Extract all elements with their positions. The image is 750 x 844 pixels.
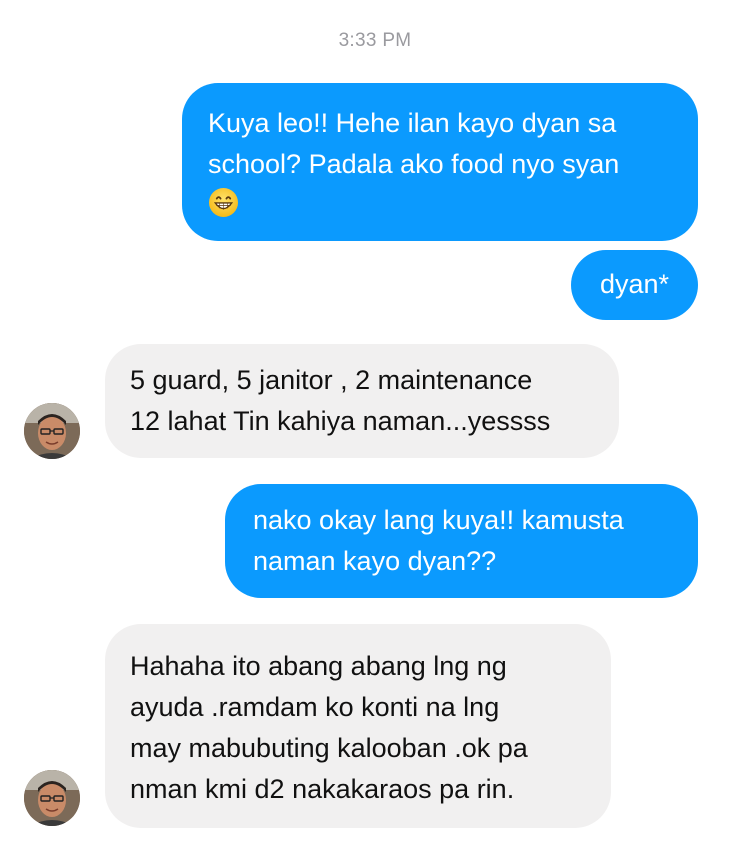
received-message-bubble[interactable]: Hahaha ito abang abang lng ng ayuda .ram… bbox=[105, 624, 611, 828]
sent-message-bubble[interactable]: dyan* bbox=[571, 250, 698, 320]
contact-avatar[interactable] bbox=[24, 770, 80, 826]
message-text-line: dyan* bbox=[599, 269, 670, 299]
sent-message-bubble[interactable]: nako okay lang kuya!! kamusta naman kayo… bbox=[225, 484, 698, 598]
chat-screen: 3:33 PM Kuya leo!! Hehe ilan kayo dyan s… bbox=[0, 0, 750, 844]
message-text-line: nman kmi d2 nakakaraos pa rin. bbox=[130, 774, 515, 804]
message-text-line: school? Padala ako food nyo syan bbox=[208, 149, 620, 179]
grinning-face-emoji-icon bbox=[208, 185, 672, 226]
message-text-line: ayuda .ramdam ko konti na lng bbox=[130, 692, 500, 722]
message-text-line: Kuya leo!! Hehe ilan kayo dyan sa bbox=[208, 108, 617, 138]
message-text-line: nako okay lang kuya!! kamusta bbox=[253, 505, 624, 535]
sent-message-bubble[interactable]: Kuya leo!! Hehe ilan kayo dyan sa school… bbox=[182, 83, 698, 241]
message-text-line: may mabubuting kalooban .ok pa bbox=[130, 733, 528, 763]
message-timestamp: 3:33 PM bbox=[338, 30, 412, 51]
message-text-line: naman kayo dyan?? bbox=[253, 546, 497, 576]
contact-avatar[interactable] bbox=[24, 403, 80, 459]
received-message-bubble[interactable]: 5 guard, 5 janitor , 2 maintenance 12 la… bbox=[105, 344, 619, 458]
message-text-line: 5 guard, 5 janitor , 2 maintenance bbox=[130, 365, 533, 395]
message-text-line: Hahaha ito abang abang lng ng bbox=[130, 651, 507, 681]
message-text-line: 12 lahat Tin kahiya naman...yessss bbox=[130, 406, 551, 436]
